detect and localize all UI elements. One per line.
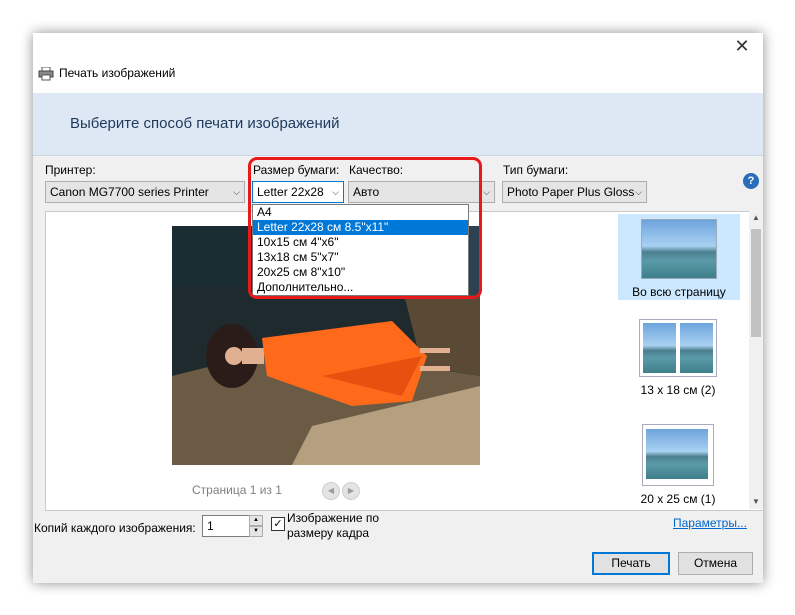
printer-select[interactable]: Canon MG7700 series Printer ⌵ bbox=[45, 181, 245, 203]
arrow-left-icon[interactable]: ◀ bbox=[322, 482, 340, 500]
layout-13x18[interactable]: 13 x 18 см (2) bbox=[618, 319, 738, 403]
window-title: Печать изображений bbox=[59, 66, 176, 80]
quality-value: Авто bbox=[353, 185, 380, 199]
paper-size-dropdown: A4 Letter 22x28 см 8.5"x11" 10x15 см 4"x… bbox=[252, 204, 469, 296]
cancel-button[interactable]: Отмена bbox=[678, 552, 753, 575]
paper-type-value: Photo Paper Plus Gloss bbox=[507, 185, 635, 199]
print-button[interactable]: Печать bbox=[592, 552, 670, 575]
copies-input[interactable]: 1 bbox=[202, 515, 250, 537]
arrow-right-icon[interactable]: ▶ bbox=[342, 482, 360, 500]
paper-size-option-a4[interactable]: A4 bbox=[253, 205, 468, 220]
layout-scrollbar[interactable]: ▲ ▼ bbox=[749, 211, 763, 509]
printer-icon bbox=[38, 67, 54, 81]
checkmark-icon: ✓ bbox=[273, 518, 283, 530]
layout-thumbnail bbox=[641, 219, 717, 279]
paper-size-option-10x15[interactable]: 10x15 см 4"x6" bbox=[253, 235, 468, 250]
printer-label: Принтер: bbox=[45, 163, 96, 177]
chevron-down-icon: ⌵ bbox=[332, 187, 339, 197]
chevron-down-icon: ⌵ bbox=[483, 187, 490, 197]
chevron-down-icon: ⌵ bbox=[233, 187, 240, 197]
title-bar: ✕ Печать изображений bbox=[33, 33, 763, 93]
instruction-banner: Выберите способ печати изображений bbox=[33, 93, 763, 156]
paper-type-select[interactable]: Photo Paper Plus Gloss ⌵ bbox=[502, 181, 647, 203]
paper-size-option-13x18[interactable]: 13x18 см 5"x7" bbox=[253, 250, 468, 265]
copies-increase[interactable]: ▲ bbox=[249, 515, 263, 526]
paper-size-select[interactable]: Letter 22x28 ⌵ bbox=[252, 181, 344, 203]
copies-decrease[interactable]: ▼ bbox=[249, 526, 263, 537]
paper-size-option-more[interactable]: Дополнительно... bbox=[253, 280, 468, 295]
options-link[interactable]: Параметры... bbox=[673, 516, 747, 530]
quality-label: Качество: bbox=[349, 163, 404, 177]
scroll-down-arrow[interactable]: ▼ bbox=[749, 495, 763, 509]
page-indicator: Страница 1 из 1 bbox=[192, 483, 282, 497]
fit-label: Изображение по размеру кадра bbox=[287, 511, 380, 540]
paper-type-label: Тип бумаги: bbox=[503, 163, 569, 177]
scroll-up-arrow[interactable]: ▲ bbox=[749, 211, 763, 225]
close-icon[interactable]: ✕ bbox=[729, 35, 755, 57]
layout-full-page[interactable]: Во всю страницу bbox=[618, 214, 740, 300]
print-dialog: ✕ Печать изображений Выберите способ печ… bbox=[33, 33, 763, 583]
paper-size-value: Letter 22x28 bbox=[257, 185, 324, 199]
layout-list: Во всю страницу 13 x 18 см (2) 20 x 25 с… bbox=[613, 211, 763, 511]
layout-thumbnail bbox=[639, 319, 717, 377]
banner-heading: Выберите способ печати изображений bbox=[70, 115, 340, 132]
help-icon[interactable]: ? bbox=[743, 173, 759, 189]
paper-size-option-letter[interactable]: Letter 22x28 см 8.5"x11" bbox=[253, 220, 468, 235]
layout-thumbnail bbox=[642, 424, 714, 486]
layout-label: 13 x 18 см (2) bbox=[640, 383, 716, 397]
layout-20x25[interactable]: 20 x 25 см (1) bbox=[618, 424, 738, 508]
quality-select[interactable]: Авто ⌵ bbox=[348, 181, 495, 203]
paper-size-option-20x25[interactable]: 20x25 см 8"x10" bbox=[253, 265, 468, 280]
printer-value: Canon MG7700 series Printer bbox=[50, 185, 209, 199]
fit-checkbox[interactable]: ✓ bbox=[271, 517, 285, 531]
scroll-thumb[interactable] bbox=[751, 229, 761, 337]
layout-label: 20 x 25 см (1) bbox=[640, 492, 716, 506]
chevron-down-icon: ⌵ bbox=[635, 187, 642, 197]
paper-size-label: Размер бумаги: bbox=[253, 163, 340, 177]
copies-label: Копий каждого изображения: bbox=[34, 521, 196, 535]
layout-label: Во всю страницу bbox=[632, 285, 726, 299]
